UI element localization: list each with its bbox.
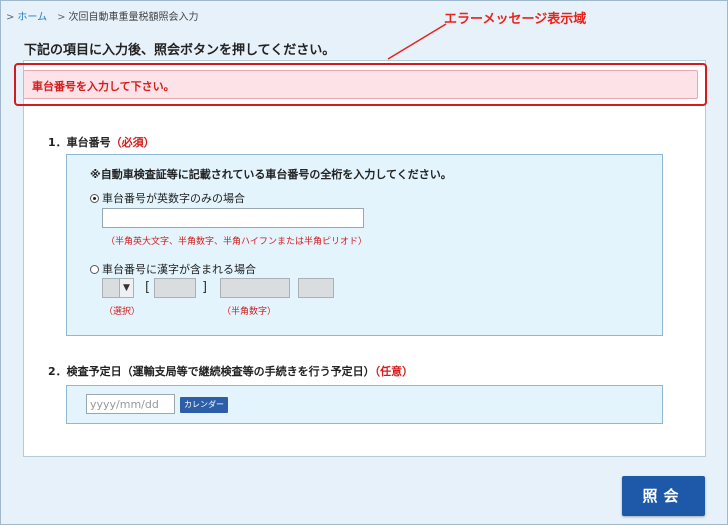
- inspection-date-input[interactable]: yyyy/mm/dd: [86, 394, 175, 414]
- bracket-open: [: [145, 280, 151, 295]
- radio-unselected-icon[interactable]: [90, 264, 99, 274]
- section-inspection-date-title: 2．検査予定日（運輸支局等で継続検査等の手続きを行う予定日）（任意）: [48, 363, 413, 379]
- page-heading: 下記の項目に入力後、照会ボタンを押してください。: [24, 43, 336, 58]
- radio-kanji-label: 車台番号に漢字が含まれる場合: [102, 263, 256, 276]
- chevron-down-icon: ▼: [119, 279, 133, 297]
- breadcrumb-separator: >: [57, 12, 66, 23]
- breadcrumb-separator: >: [6, 12, 15, 23]
- required-badge: （必須）: [110, 136, 155, 149]
- kanji-number-input-1[interactable]: [220, 278, 290, 298]
- radio-alnum-option[interactable]: 車台番号が英数字のみの場合: [90, 190, 245, 206]
- submit-inquiry-button[interactable]: 照会: [622, 476, 705, 516]
- breadcrumb: > ホーム > 次回自動車重量税額照会入力: [6, 8, 198, 23]
- kanji-class-input[interactable]: [154, 278, 196, 298]
- radio-kanji-option[interactable]: 車台番号に漢字が含まれる場合: [90, 261, 256, 277]
- chassis-number-alnum-input[interactable]: [102, 208, 364, 228]
- breadcrumb-current: 次回自動車重量税額照会入力: [68, 12, 199, 23]
- section-chassis-number-label: 1．車台番号: [48, 136, 111, 149]
- select-hint: （選択）: [104, 307, 141, 317]
- kanji-number-input-2[interactable]: [298, 278, 334, 298]
- annotation-label: エラーメッセージ表示域: [444, 12, 587, 27]
- chassis-number-note: ※自動車検査証等に記載されている車台番号の全桁を入力してください。: [90, 168, 452, 181]
- radio-selected-icon[interactable]: [90, 193, 99, 203]
- calendar-button[interactable]: カレンダー: [180, 397, 228, 413]
- radio-alnum-label: 車台番号が英数字のみの場合: [102, 192, 245, 205]
- bracket-close: ]: [202, 280, 208, 295]
- kanji-region-select[interactable]: ▼: [102, 278, 134, 298]
- number-hint: （半角数字）: [222, 307, 277, 317]
- section-chassis-number-title: 1．車台番号（必須）: [48, 134, 155, 150]
- alnum-hint: （半角英大文字、半角数字、半角ハイフンまたは半角ピリオド）: [106, 237, 368, 247]
- error-message: 車台番号を入力して下さい。: [32, 80, 175, 93]
- optional-badge: （任意）: [374, 365, 414, 378]
- section-inspection-date-label: 2．検査予定日（運輸支局等で継続検査等の手続きを行う予定日）: [48, 365, 375, 378]
- breadcrumb-home-link[interactable]: ホーム: [17, 12, 47, 23]
